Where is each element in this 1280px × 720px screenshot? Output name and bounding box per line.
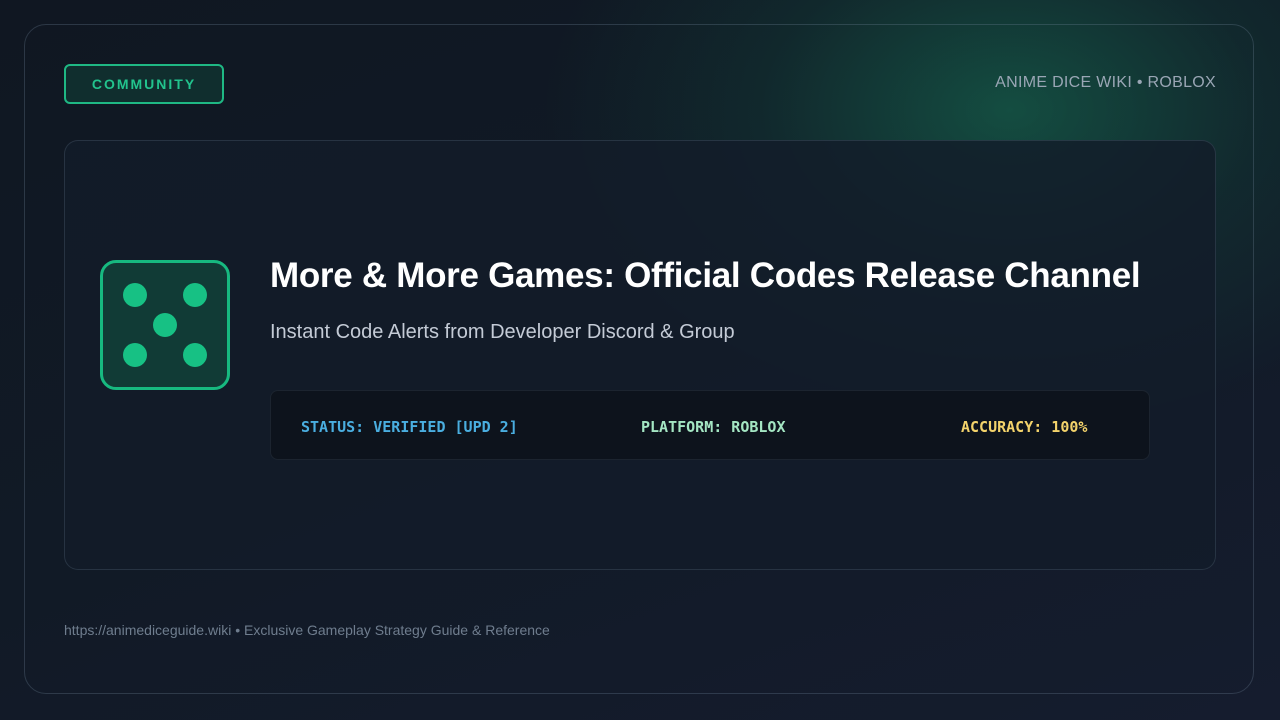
dice-five-icon [100,260,230,390]
status-text: STATUS: VERIFIED [UPD 2] [301,418,518,436]
platform-text: PLATFORM: ROBLOX [641,418,786,436]
main-card [64,140,1216,570]
site-label: ANIME DICE WIKI • ROBLOX [995,74,1216,91]
dice-pip [183,343,207,367]
status-bar: STATUS: VERIFIED [UPD 2] PLATFORM: ROBLO… [270,390,1150,460]
dice-pip [123,283,147,307]
page: COMMUNITY ANIME DICE WIKI • ROBLOX More … [0,0,1280,720]
page-title: More & More Games: Official Codes Releas… [270,256,1141,295]
page-subtitle: Instant Code Alerts from Developer Disco… [270,321,735,343]
dice-pip [183,283,207,307]
dice-pip [153,313,177,337]
dice-pip [123,343,147,367]
accuracy-text: ACCURACY: 100% [961,418,1088,436]
community-badge[interactable]: COMMUNITY [64,64,224,104]
footer-text: https://animediceguide.wiki • Exclusive … [64,622,550,638]
